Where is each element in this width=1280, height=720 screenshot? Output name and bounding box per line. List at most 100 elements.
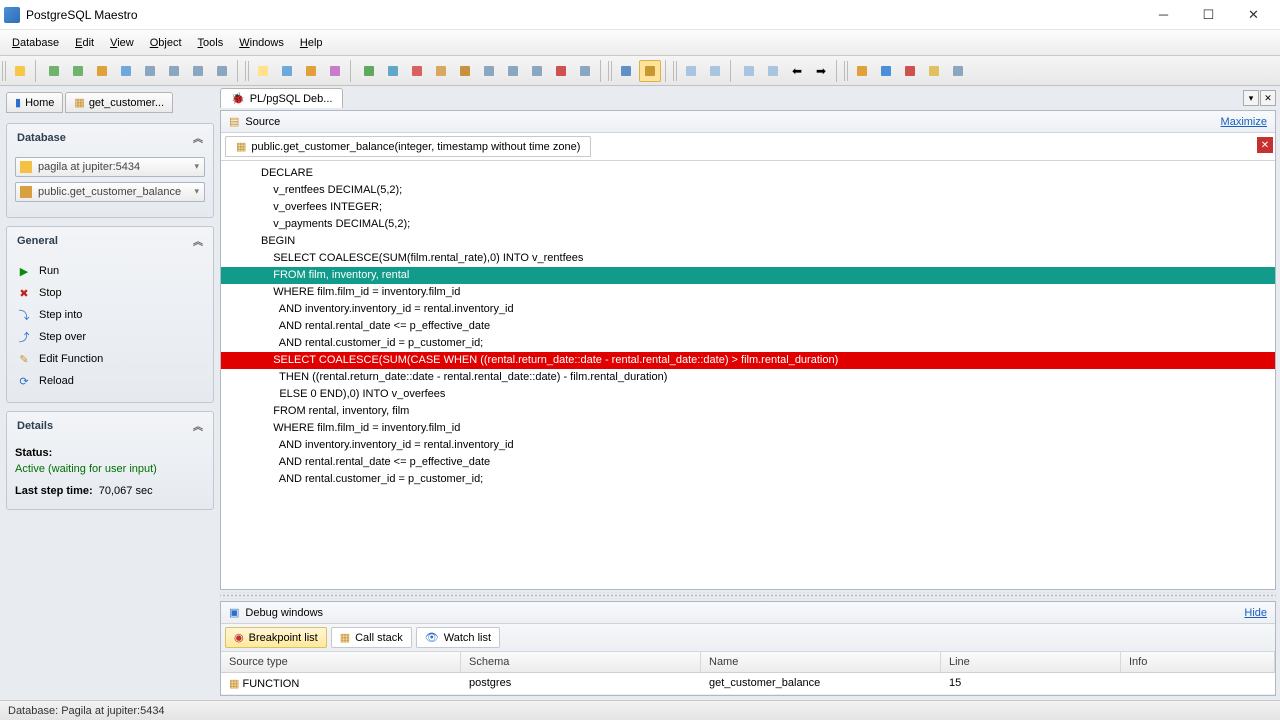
app-icon bbox=[4, 7, 20, 23]
function-icon: ▦ bbox=[74, 96, 84, 109]
tb-new-icon[interactable] bbox=[43, 60, 65, 82]
tb-pkg-icon[interactable] bbox=[454, 60, 476, 82]
tb-copy-icon[interactable] bbox=[680, 60, 702, 82]
tb-filter-icon[interactable] bbox=[615, 60, 637, 82]
step-time-label: Last step time: bbox=[15, 485, 93, 497]
menu-tools[interactable]: Tools bbox=[190, 33, 232, 53]
tb-grid-icon[interactable] bbox=[478, 60, 500, 82]
source-title: Source bbox=[245, 116, 280, 128]
toolbar-grip[interactable] bbox=[245, 61, 250, 81]
close-button[interactable]: ✕ bbox=[1231, 1, 1276, 29]
tb-refresh-icon[interactable] bbox=[115, 60, 137, 82]
tb-proc-icon[interactable] bbox=[211, 60, 233, 82]
tb-fwd-icon[interactable]: ➡ bbox=[810, 60, 832, 82]
sidebar-tab-get-customer[interactable]: ▦get_customer... bbox=[65, 92, 173, 113]
tb-help-icon[interactable] bbox=[899, 60, 921, 82]
object-combo[interactable]: public.get_customer_balance bbox=[15, 182, 205, 202]
tab-dropdown-button[interactable]: ▾ bbox=[1243, 90, 1259, 106]
action-step-into[interactable]: ⤵Step into bbox=[15, 304, 205, 326]
menu-help[interactable]: Help bbox=[292, 33, 331, 53]
panel-database-header[interactable]: Database︽ bbox=[7, 124, 213, 151]
panel-general-header[interactable]: General︽ bbox=[7, 227, 213, 254]
tb-about-icon[interactable] bbox=[947, 60, 969, 82]
panel-details-header[interactable]: Details︽ bbox=[7, 412, 213, 439]
debug-pane: ▣ Debug windows Hide ◉Breakpoint list ▦C… bbox=[220, 601, 1276, 696]
toolbar-grip[interactable] bbox=[608, 61, 613, 81]
tab-watchlist[interactable]: 👁Watch list bbox=[416, 627, 500, 648]
action-edit-function[interactable]: ✎Edit Function bbox=[15, 348, 205, 370]
breakpoint-icon: ◉ bbox=[234, 631, 244, 644]
run-icon: ▶ bbox=[17, 264, 31, 278]
action-step-over[interactable]: ⤴Step over bbox=[15, 326, 205, 348]
tb-win1-icon[interactable] bbox=[738, 60, 760, 82]
tab-debugger[interactable]: 🐞PL/pgSQL Deb... bbox=[220, 88, 343, 108]
tb-back-icon[interactable]: ⬅ bbox=[786, 60, 808, 82]
menu-windows[interactable]: Windows bbox=[231, 33, 292, 53]
tab-breakpoints[interactable]: ◉Breakpoint list bbox=[225, 627, 327, 648]
chevron-up-icon: ︽ bbox=[193, 233, 203, 248]
tb-mail-icon[interactable] bbox=[923, 60, 945, 82]
action-stop[interactable]: ✖Stop bbox=[15, 282, 205, 304]
tb-query-icon[interactable] bbox=[276, 60, 298, 82]
hide-link[interactable]: Hide bbox=[1244, 607, 1267, 619]
tb-script-icon[interactable] bbox=[300, 60, 322, 82]
tb-ext1-icon[interactable] bbox=[358, 60, 380, 82]
menu-view[interactable]: View bbox=[102, 33, 142, 53]
database-combo[interactable]: pagila at jupiter:5434 bbox=[15, 157, 205, 177]
toolbar-grip[interactable] bbox=[2, 61, 7, 81]
tb-open-icon[interactable] bbox=[67, 60, 89, 82]
tb-export-icon[interactable] bbox=[324, 60, 346, 82]
tb-sql-icon[interactable] bbox=[252, 60, 274, 82]
statusbar: Database: Pagila at jupiter:5434 bbox=[0, 700, 1280, 720]
action-reload[interactable]: ⟳Reload bbox=[15, 370, 205, 392]
tb-chart-icon[interactable] bbox=[406, 60, 428, 82]
tb-world-icon[interactable] bbox=[875, 60, 897, 82]
tb-paste-icon[interactable] bbox=[704, 60, 726, 82]
db-icon bbox=[20, 161, 32, 173]
maximize-button[interactable]: ☐ bbox=[1186, 1, 1231, 29]
menu-edit[interactable]: Edit bbox=[67, 33, 102, 53]
tb-db-icon[interactable] bbox=[9, 60, 31, 82]
menu-database[interactable]: Database bbox=[4, 33, 67, 53]
tb-debug-icon[interactable] bbox=[550, 60, 572, 82]
chevron-up-icon: ︽ bbox=[193, 130, 203, 145]
code-editor[interactable]: DECLARE v_rentfees DECIMAL(5,2); v_overf… bbox=[221, 161, 1275, 589]
tb-report-icon[interactable] bbox=[430, 60, 452, 82]
menu-object[interactable]: Object bbox=[142, 33, 190, 53]
toolbar-grip[interactable] bbox=[673, 61, 678, 81]
chevron-up-icon: ︽ bbox=[193, 418, 203, 433]
sidebar-tab-home[interactable]: ▮Home bbox=[6, 92, 63, 113]
toolbar-grip[interactable] bbox=[844, 61, 849, 81]
toolbar: ⬅ ➡ bbox=[0, 56, 1280, 86]
tb-ext2-icon[interactable] bbox=[382, 60, 404, 82]
tb-func-icon[interactable] bbox=[187, 60, 209, 82]
function-icon: ▦ bbox=[229, 678, 239, 690]
step-time-value: 70,067 sec bbox=[99, 485, 153, 497]
tb-win2-icon[interactable] bbox=[762, 60, 784, 82]
tb-filter-active-icon[interactable] bbox=[639, 60, 661, 82]
function-icon: ▦ bbox=[236, 140, 246, 153]
tab-close-button[interactable]: ✕ bbox=[1260, 90, 1276, 106]
tb-table-icon[interactable] bbox=[139, 60, 161, 82]
source-pane: ▤ Source Maximize ▦ public.get_customer_… bbox=[220, 110, 1276, 590]
minimize-button[interactable]: ─ bbox=[1141, 1, 1186, 29]
tb-grid2-icon[interactable] bbox=[502, 60, 524, 82]
tb-edit-icon[interactable] bbox=[91, 60, 113, 82]
tb-tool-icon[interactable] bbox=[574, 60, 596, 82]
horizontal-splitter[interactable] bbox=[220, 592, 1276, 599]
tab-callstack[interactable]: ▦Call stack bbox=[331, 627, 412, 648]
tb-diag-icon[interactable] bbox=[526, 60, 548, 82]
grid-row[interactable]: ▦ FUNCTION postgres get_customer_balance… bbox=[221, 673, 1275, 695]
function-icon bbox=[20, 186, 32, 198]
tb-home-icon[interactable] bbox=[851, 60, 873, 82]
tb-view-icon[interactable] bbox=[163, 60, 185, 82]
step-into-icon: ⤵ bbox=[17, 308, 31, 322]
panel-database: Database︽ pagila at jupiter:5434 public.… bbox=[6, 123, 214, 218]
maximize-link[interactable]: Maximize bbox=[1221, 116, 1267, 128]
action-run[interactable]: ▶Run bbox=[15, 260, 205, 282]
main-area: 🐞PL/pgSQL Deb... ▾ ✕ ▤ Source Maximize ▦… bbox=[220, 86, 1280, 700]
stack-icon: ▦ bbox=[340, 631, 350, 644]
status-label: Status: bbox=[15, 447, 52, 459]
function-tab[interactable]: ▦ public.get_customer_balance(integer, t… bbox=[225, 136, 591, 157]
function-tab-close[interactable]: ✕ bbox=[1257, 137, 1273, 153]
